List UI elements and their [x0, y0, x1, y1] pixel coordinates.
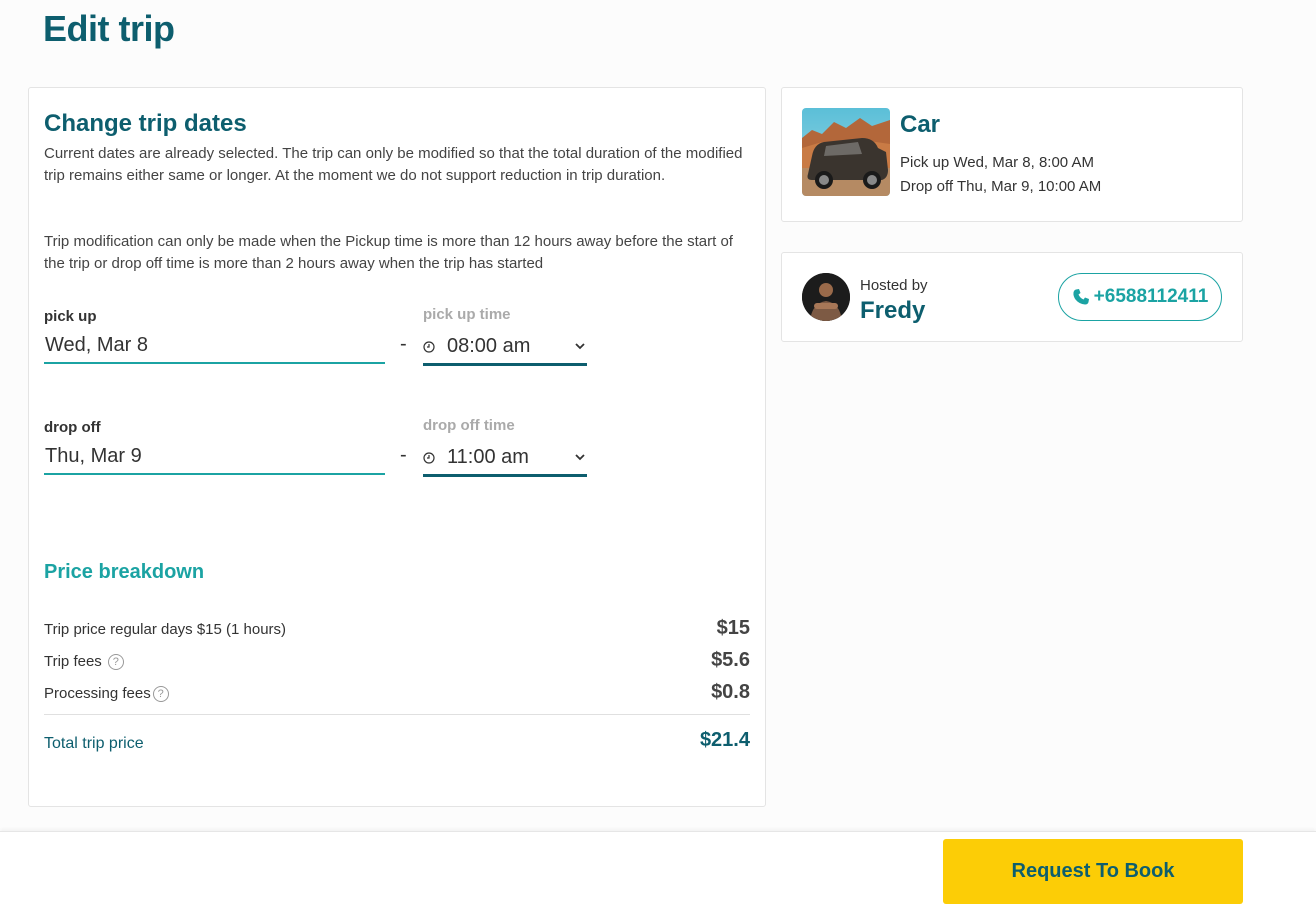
car-name: Car [900, 111, 941, 138]
call-host-button[interactable]: +6588112411 [1058, 273, 1222, 321]
price-row: Trip fees? $5.6 [44, 649, 750, 673]
dropoff-date-input[interactable]: Thu, Mar 9 [44, 441, 385, 475]
car-dropoff-line: Drop off Thu, Mar 9, 10:00 AM [900, 178, 1102, 195]
dropoff-separator: - [400, 444, 407, 466]
clock-icon [423, 452, 435, 464]
change-dates-description: Current dates are already selected. The … [44, 145, 743, 184]
dropoff-date-label: drop off [44, 419, 101, 436]
dropoff-time-value: 11:00 am [447, 446, 529, 468]
price-row: Trip price regular days $15 (1 hours) $1… [44, 617, 750, 641]
car-image [802, 108, 890, 196]
hosted-by-label: Hosted by [860, 277, 928, 294]
dropoff-time-label: drop off time [423, 417, 515, 434]
price-row: Processing fees? $0.8 [44, 681, 750, 705]
price-row-label: Processing fees [44, 685, 151, 702]
request-to-book-button[interactable]: Request To Book [943, 839, 1243, 904]
pickup-date-label: pick up [44, 308, 97, 325]
pickup-date-input[interactable]: Wed, Mar 8 [44, 330, 385, 364]
help-icon[interactable]: ? [152, 686, 169, 702]
dropoff-date-value: Thu, Mar 9 [45, 445, 142, 467]
price-row-value: $5.6 [711, 649, 750, 671]
change-dates-title: Change trip dates [44, 110, 247, 137]
host-avatar-icon [802, 273, 850, 321]
pickup-time-select[interactable]: 08:00 am [423, 332, 587, 366]
price-row-label-wrap: Trip fees? [44, 653, 124, 670]
car-summary-card: Car Pick up Wed, Mar 8, 8:00 AM Drop off… [781, 87, 1243, 222]
total-price-value: $21.4 [699, 729, 750, 751]
total-price-label: Total trip price [44, 735, 144, 752]
price-row-label: Trip fees [44, 653, 102, 670]
divider [44, 714, 750, 715]
price-row-label: Trip price regular days $15 (1 hours) [44, 621, 287, 638]
pickup-separator: - [400, 333, 407, 355]
pickup-time-label: pick up time [423, 306, 511, 323]
chevron-down-icon [575, 343, 585, 350]
total-price-row: Total trip price $21.4 [44, 729, 750, 753]
modification-rules-description: Trip modification can only be made when … [44, 233, 733, 272]
avatar [802, 273, 850, 321]
pickup-date-value: Wed, Mar 8 [45, 334, 148, 356]
help-icon[interactable]: ? [107, 654, 124, 670]
car-pickup-line: Pick up Wed, Mar 8, 8:00 AM [900, 154, 1094, 171]
price-breakdown-title: Price breakdown [44, 561, 205, 583]
footer-bar: Request To Book [0, 831, 1316, 906]
price-row-value: $15 [716, 617, 750, 639]
clock-icon [423, 341, 435, 353]
host-name: Fredy [860, 297, 926, 324]
host-card: Hosted by Fredy +6588112411 [781, 252, 1243, 342]
price-row-label-wrap: Processing fees? [44, 685, 169, 702]
pickup-time-value: 08:00 am [447, 335, 531, 357]
price-row-value: $0.8 [711, 681, 750, 703]
phone-number: +6588112411 [1093, 286, 1209, 307]
chevron-down-icon [575, 454, 585, 461]
phone-icon [1073, 289, 1089, 305]
car-photo-icon [802, 108, 890, 196]
page-title: Edit trip [43, 8, 175, 49]
change-trip-card: Change trip dates Current dates are alre… [28, 87, 766, 807]
dropoff-time-select[interactable]: 11:00 am [423, 443, 587, 477]
